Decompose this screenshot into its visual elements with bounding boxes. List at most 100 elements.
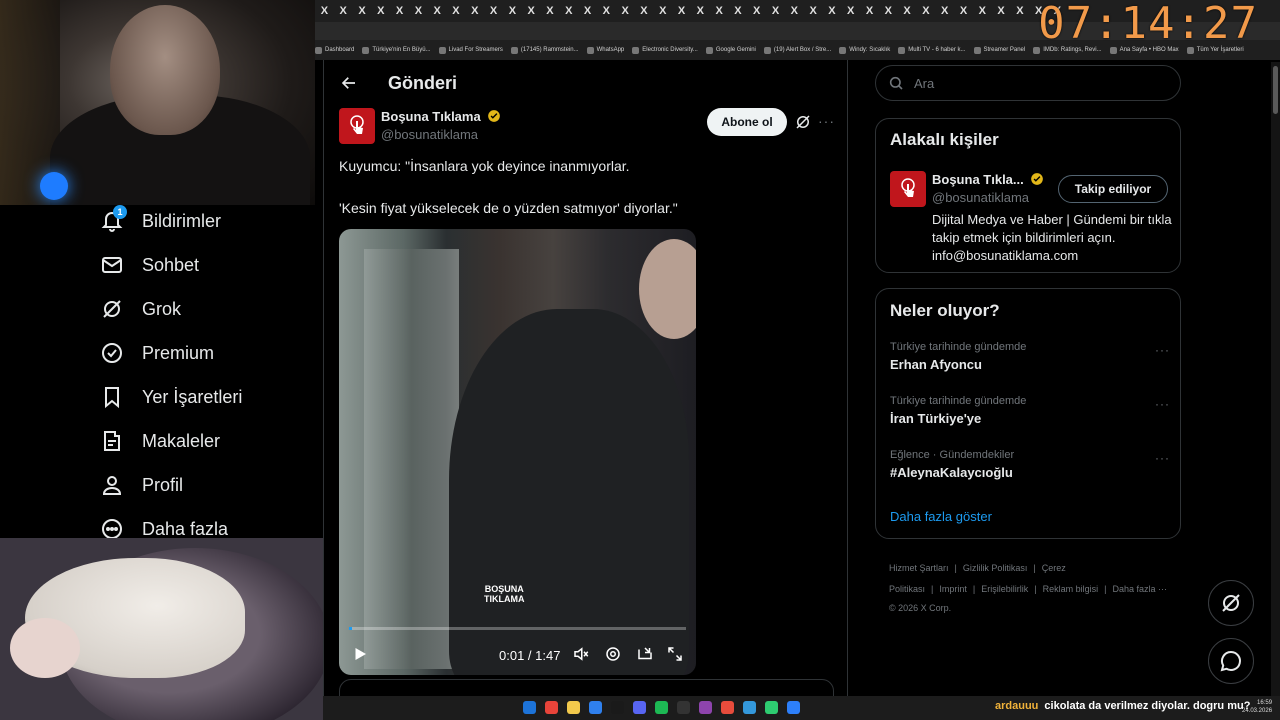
subscribe-button[interactable]: Abone ol — [707, 108, 787, 136]
browser-tab[interactable]: X — [315, 0, 334, 22]
app-icon[interactable] — [721, 701, 734, 714]
nav-grok[interactable]: Grok — [100, 293, 181, 325]
browser-tab[interactable]: X — [616, 0, 635, 22]
app-icon[interactable] — [677, 701, 690, 714]
browser-tab[interactable]: X — [823, 0, 842, 22]
windows-start-icon[interactable] — [523, 701, 536, 714]
nav-articles[interactable]: Makaleler — [100, 425, 220, 457]
page-scrollbar[interactable] — [1271, 62, 1280, 696]
browser-tab[interactable]: X — [522, 0, 541, 22]
fullscreen-icon[interactable] — [666, 645, 684, 663]
browser-tab[interactable]: X — [785, 0, 804, 22]
bookmark-item[interactable]: (17145) Rammstein... — [510, 46, 579, 54]
author-avatar[interactable] — [339, 108, 375, 144]
bookmark-item[interactable]: WhatsApp — [586, 46, 624, 54]
discord-icon[interactable] — [633, 701, 646, 714]
show-more-link[interactable]: Daha fazla göster — [890, 509, 992, 524]
browser-tab[interactable]: X — [334, 0, 353, 22]
spotify-icon[interactable] — [655, 701, 668, 714]
steam-icon[interactable] — [611, 701, 624, 714]
browser-tab[interactable]: X — [898, 0, 917, 22]
bookmark-item[interactable]: Türkiye'nin En Büyü... — [362, 46, 431, 54]
browser-tab[interactable]: X — [841, 0, 860, 22]
browser-tab[interactable]: X — [635, 0, 654, 22]
search-box[interactable] — [875, 65, 1181, 101]
video-progress-bar[interactable] — [349, 627, 686, 630]
nav-chat[interactable]: Sohbet — [100, 249, 199, 281]
nav-premium[interactable]: Premium — [100, 337, 214, 369]
browser-tab[interactable]: X — [1010, 0, 1029, 22]
quoted-post-preview[interactable] — [339, 679, 834, 696]
footer-link[interactable]: Erişilebilirlik — [981, 584, 1028, 594]
search-input[interactable] — [914, 75, 1154, 91]
trend-item[interactable]: Türkiye tarihinde gündemde Erhan Afyoncu… — [890, 341, 1170, 372]
browser-tab[interactable]: X — [371, 0, 390, 22]
messages-floating-button[interactable] — [1208, 638, 1254, 684]
trend-more-button[interactable]: ··· — [1155, 343, 1170, 357]
browser-tab[interactable]: X — [747, 0, 766, 22]
trend-more-button[interactable]: ··· — [1155, 451, 1170, 465]
browser-tab[interactable]: X — [954, 0, 973, 22]
nav-notifications[interactable]: 1 Bildirimler — [100, 205, 221, 237]
footer-link[interactable]: Hizmet Şartları — [889, 563, 949, 573]
bookmark-item[interactable]: (19) Alert Box / Stre... — [763, 46, 831, 54]
related-name[interactable]: Boşuna Tıkla... — [932, 172, 1044, 187]
browser-tab[interactable]: X — [409, 0, 428, 22]
app-icon[interactable] — [699, 701, 712, 714]
app-icon[interactable] — [765, 701, 778, 714]
bookmark-item[interactable]: Dashboard — [315, 46, 354, 54]
author-handle[interactable]: @bosunatiklama — [381, 127, 478, 142]
browser-tab[interactable]: X — [917, 0, 936, 22]
scrollbar-thumb[interactable] — [1273, 66, 1278, 114]
app-icon[interactable] — [787, 701, 800, 714]
browser-tab[interactable]: X — [935, 0, 954, 22]
bookmark-item[interactable]: Electronic Diversity... — [632, 46, 698, 54]
browser-tab[interactable]: X — [710, 0, 729, 22]
settings-gear-icon[interactable] — [604, 645, 622, 663]
grok-floating-button[interactable] — [1208, 580, 1254, 626]
bookmark-item[interactable]: Google Gemini — [705, 46, 756, 54]
bookmark-item[interactable]: Streamer Panel — [973, 46, 1025, 54]
browser-tab[interactable]: X — [973, 0, 992, 22]
browser-tab[interactable]: X — [804, 0, 823, 22]
nav-profile[interactable]: Profil — [100, 469, 183, 501]
back-arrow-icon[interactable] — [340, 74, 358, 92]
browser-tab[interactable]: X — [503, 0, 522, 22]
browser-tab[interactable]: X — [766, 0, 785, 22]
folder-icon[interactable] — [567, 701, 580, 714]
browser-tab[interactable]: X — [484, 0, 503, 22]
video-player[interactable]: BOŞUNA TIKLAMA 0:01 / 1:47 — [339, 229, 696, 675]
browser-tab[interactable]: X — [428, 0, 447, 22]
volume-icon[interactable] — [572, 645, 590, 663]
browser-tab[interactable]: X — [390, 0, 409, 22]
bookmark-item[interactable]: Multi TV - 6 haber k... — [898, 46, 966, 54]
browser-tab[interactable]: X — [691, 0, 710, 22]
browser-tab[interactable]: X — [559, 0, 578, 22]
bookmark-item[interactable]: Windy: Sıcaklık — [839, 46, 890, 54]
trend-item[interactable]: Eğlence · Gündemdekiler #AleynaKalaycıoğ… — [890, 449, 1170, 480]
footer-link[interactable]: Daha fazla ··· — [1112, 584, 1167, 594]
browser-tab[interactable]: X — [860, 0, 879, 22]
nav-bookmarks[interactable]: Yer İşaretleri — [100, 381, 242, 413]
grok-icon[interactable] — [794, 113, 812, 131]
system-clock[interactable]: 16:59 24.03.2026 — [1242, 699, 1272, 715]
browser-tab[interactable]: X — [672, 0, 691, 22]
footer-link[interactable]: Reklam bilgisi — [1043, 584, 1099, 594]
play-icon[interactable] — [351, 645, 369, 663]
footer-link[interactable]: Gizlilik Politikası — [963, 563, 1028, 573]
chrome-icon[interactable] — [545, 701, 558, 714]
browser-tab[interactable]: X — [447, 0, 466, 22]
browser-tab[interactable]: X — [465, 0, 484, 22]
browser-tab[interactable]: X — [578, 0, 597, 22]
app-icon[interactable] — [743, 701, 756, 714]
footer-link[interactable]: Imprint — [939, 584, 967, 594]
related-avatar[interactable] — [890, 171, 926, 207]
browser-tab[interactable]: X — [353, 0, 372, 22]
trend-item[interactable]: Türkiye tarihinde gündemde İran Türkiye'… — [890, 395, 1170, 426]
browser-tab[interactable]: X — [879, 0, 898, 22]
browser-tab[interactable]: X — [597, 0, 616, 22]
browser-tab[interactable]: X — [992, 0, 1011, 22]
related-handle[interactable]: @bosunatiklama — [932, 190, 1029, 205]
post-more-button[interactable]: ··· — [818, 113, 835, 129]
trend-more-button[interactable]: ··· — [1155, 397, 1170, 411]
